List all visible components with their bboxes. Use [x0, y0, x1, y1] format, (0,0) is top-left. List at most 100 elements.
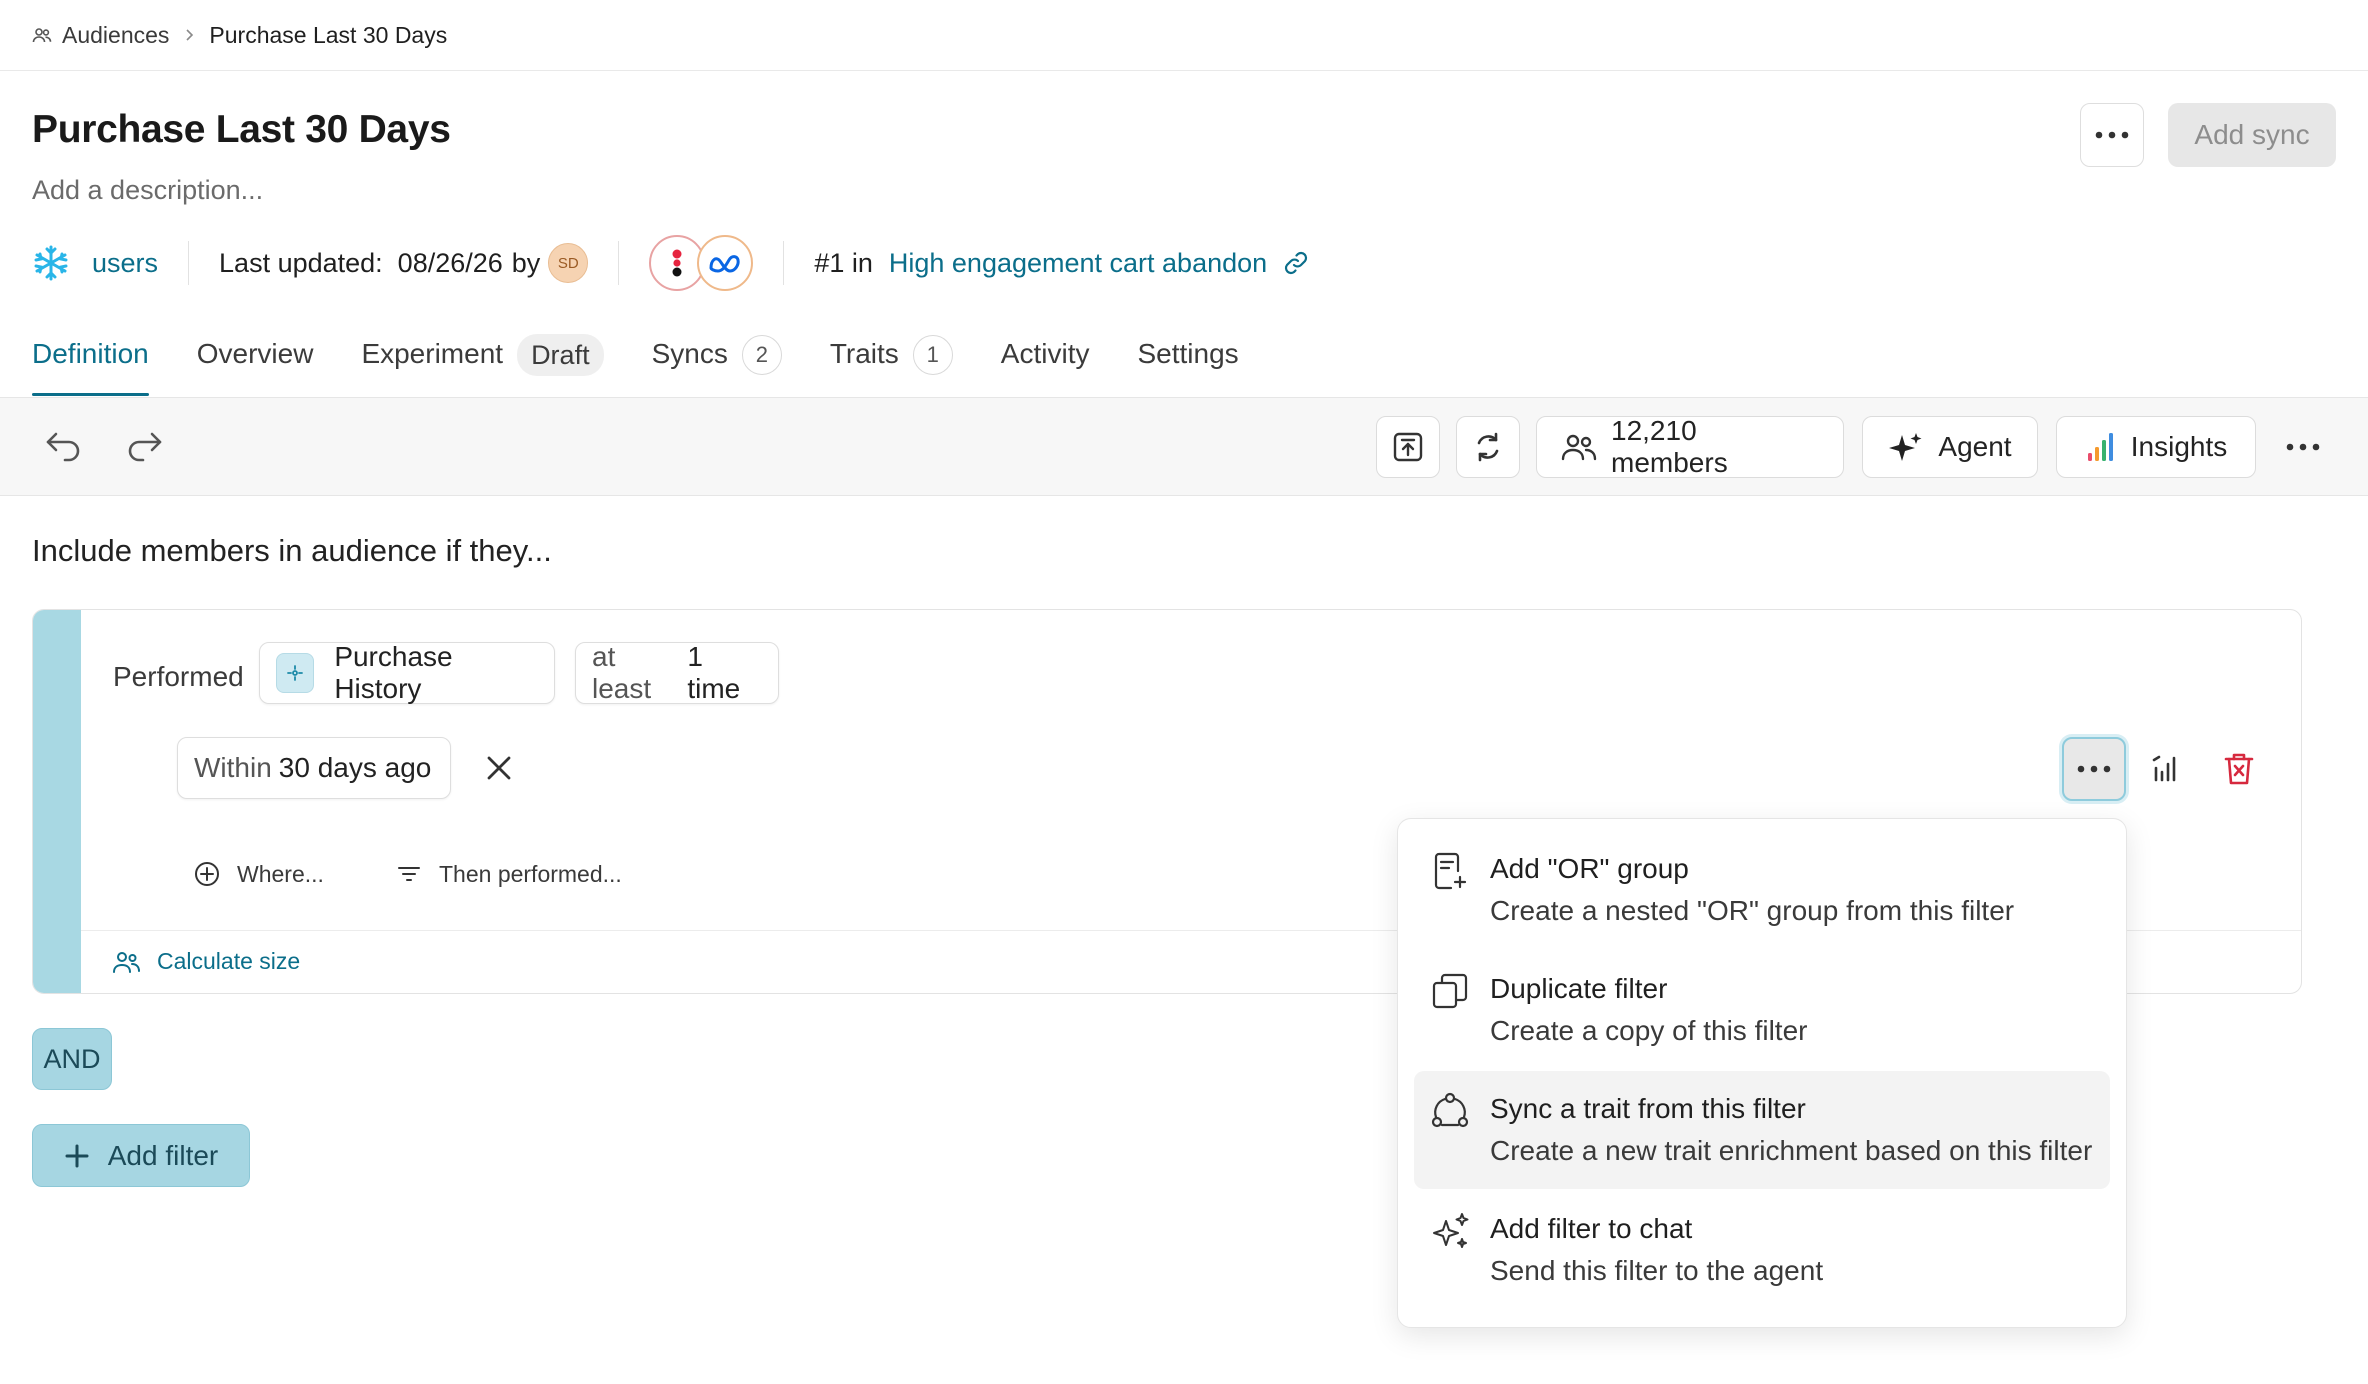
agent-label: Agent: [1938, 431, 2012, 462]
count-badge: 1: [912, 335, 953, 375]
divider: [783, 241, 785, 285]
delete-filter-icon[interactable]: [2224, 752, 2254, 786]
by-label: by: [511, 247, 541, 278]
avatar: SD: [548, 243, 589, 283]
add-sync-button[interactable]: Add sync: [2168, 103, 2336, 167]
then-performed-label: Then performed...: [439, 860, 622, 887]
tab-definition[interactable]: Definition: [32, 332, 149, 396]
plus-circle-icon: [193, 860, 221, 888]
menu-item-add-to-chat[interactable]: Add filter to chat Send this filter to t…: [1414, 1191, 2110, 1309]
tab-syncs[interactable]: Syncs 2: [652, 332, 782, 396]
menu-item-title: Duplicate filter: [1490, 973, 1668, 1004]
upload-button[interactable]: [1376, 416, 1440, 478]
frequency-value: 1 time: [687, 641, 741, 704]
menu-item-add-or-group[interactable]: Add "OR" group Create a nested "OR" grou…: [1414, 831, 2110, 949]
breadcrumb-current: Purchase Last 30 Days: [209, 21, 448, 48]
last-updated-label: Last updated:: [219, 247, 383, 278]
time-window-select[interactable]: Within 30 days ago: [177, 737, 451, 799]
rank-text: #1 in: [814, 247, 873, 278]
ellipsis-icon: [2095, 131, 2129, 139]
audiences-icon: [32, 25, 52, 45]
event-name: Purchase History: [334, 641, 453, 704]
where-button[interactable]: Where...: [193, 860, 324, 888]
agent-button[interactable]: Agent: [1862, 416, 2038, 478]
count-badge: 2: [741, 335, 782, 375]
redo-icon[interactable]: [124, 428, 164, 464]
tab-traits[interactable]: Traits 1: [830, 332, 953, 396]
event-select[interactable]: Purchase History: [259, 641, 555, 704]
audience-meta-row: users Last updated: 08/26/26 by SD #1 in…: [32, 235, 1309, 291]
upload-icon: [1392, 431, 1424, 463]
add-filter-button[interactable]: Add filter: [32, 1124, 250, 1187]
insights-button[interactable]: Insights: [2056, 416, 2256, 478]
breadcrumb: Audiences Purchase Last 30 Days: [32, 0, 447, 70]
members-count: 12,210 members: [1611, 415, 1728, 478]
toolbar-more-icon[interactable]: [2286, 443, 2320, 451]
tab-experiment[interactable]: Experiment Draft: [361, 332, 604, 396]
and-operator-button[interactable]: AND: [32, 1028, 112, 1090]
bar-chart-icon: [2085, 431, 2117, 463]
tab-settings[interactable]: Settings: [1137, 332, 1238, 396]
tab-label: Definition: [32, 338, 149, 369]
or-group-icon: [1430, 851, 1470, 891]
within-prefix: Within: [194, 752, 272, 783]
where-label: Where...: [237, 860, 324, 887]
users-icon: [1561, 432, 1597, 462]
insights-label: Insights: [2130, 431, 2228, 462]
divider: [0, 70, 2368, 71]
duplicate-icon: [1430, 971, 1470, 1011]
menu-item-title: Sync a trait from this filter: [1490, 1093, 1806, 1124]
meta-destination-icon[interactable]: [697, 235, 754, 291]
tab-bar: Definition Overview Experiment Draft Sync…: [32, 332, 1287, 396]
plus-icon: [64, 1143, 90, 1169]
close-icon[interactable]: [485, 754, 513, 782]
menu-item-subtitle: Create a copy of this filter: [1490, 1015, 1808, 1046]
source-link[interactable]: users: [92, 248, 158, 279]
users-icon: [113, 950, 141, 974]
condition-stripe: [33, 610, 81, 993]
filter-insights-icon[interactable]: [2152, 754, 2182, 784]
editor-toolbar: 12,210 members Agent Insights: [0, 398, 2368, 496]
tab-label: Settings: [1137, 338, 1239, 369]
add-filter-label: Add filter: [107, 1139, 219, 1171]
menu-item-subtitle: Send this filter to the agent: [1490, 1255, 1824, 1286]
calculate-size-button[interactable]: Calculate size: [113, 948, 300, 975]
divider: [188, 241, 190, 285]
tab-activity[interactable]: Activity: [1001, 332, 1090, 396]
menu-item-sync-trait[interactable]: Sync a trait from this filter Create a n…: [1414, 1071, 2110, 1189]
within-value: 30 days ago: [278, 752, 432, 783]
snowflake-icon: [32, 244, 70, 282]
members-count-button[interactable]: 12,210 members: [1536, 415, 1844, 478]
page-title[interactable]: Purchase Last 30 Days: [32, 108, 451, 152]
tab-label: Overview: [196, 338, 314, 369]
frequency-prefix: at least: [592, 641, 652, 704]
sparkle-icon: [1430, 1211, 1470, 1251]
menu-item-title: Add filter to chat: [1490, 1213, 1693, 1244]
ellipsis-icon: [2077, 765, 2111, 773]
tab-label: Experiment: [361, 338, 504, 369]
refresh-icon: [1472, 431, 1504, 463]
tab-label: Activity: [1000, 338, 1090, 369]
sparkle-icon: [1888, 431, 1924, 463]
more-options-button[interactable]: [2080, 103, 2144, 167]
performed-label: Performed: [113, 661, 244, 692]
tab-overview[interactable]: Overview: [197, 332, 314, 396]
filter-heading: Include members in audience if they...: [32, 533, 552, 568]
menu-item-subtitle: Create a new trait enrichment based on t…: [1490, 1135, 2093, 1166]
menu-item-subtitle: Create a nested "OR" group from this fil…: [1490, 895, 2015, 926]
priority-list-link[interactable]: High engagement cart abandon: [889, 248, 1267, 279]
then-performed-button[interactable]: Then performed...: [395, 860, 622, 888]
undo-icon[interactable]: [44, 428, 84, 464]
filter-actions-menu: Add "OR" group Create a nested "OR" grou…: [1397, 818, 2127, 1328]
refresh-button[interactable]: [1456, 416, 1520, 478]
description-field[interactable]: Add a description...: [32, 175, 263, 206]
tab-label: Syncs: [651, 338, 728, 369]
filter-more-button[interactable]: [2062, 737, 2126, 801]
last-updated-date: 08/26/26: [397, 247, 503, 278]
breadcrumb-audiences-link[interactable]: Audiences: [62, 22, 169, 49]
frequency-select[interactable]: at least 1 time: [575, 641, 779, 704]
divider: [618, 241, 620, 285]
tab-label: Traits: [829, 338, 899, 369]
menu-item-duplicate[interactable]: Duplicate filter Create a copy of this f…: [1414, 951, 2110, 1069]
link-icon[interactable]: [1283, 250, 1309, 276]
